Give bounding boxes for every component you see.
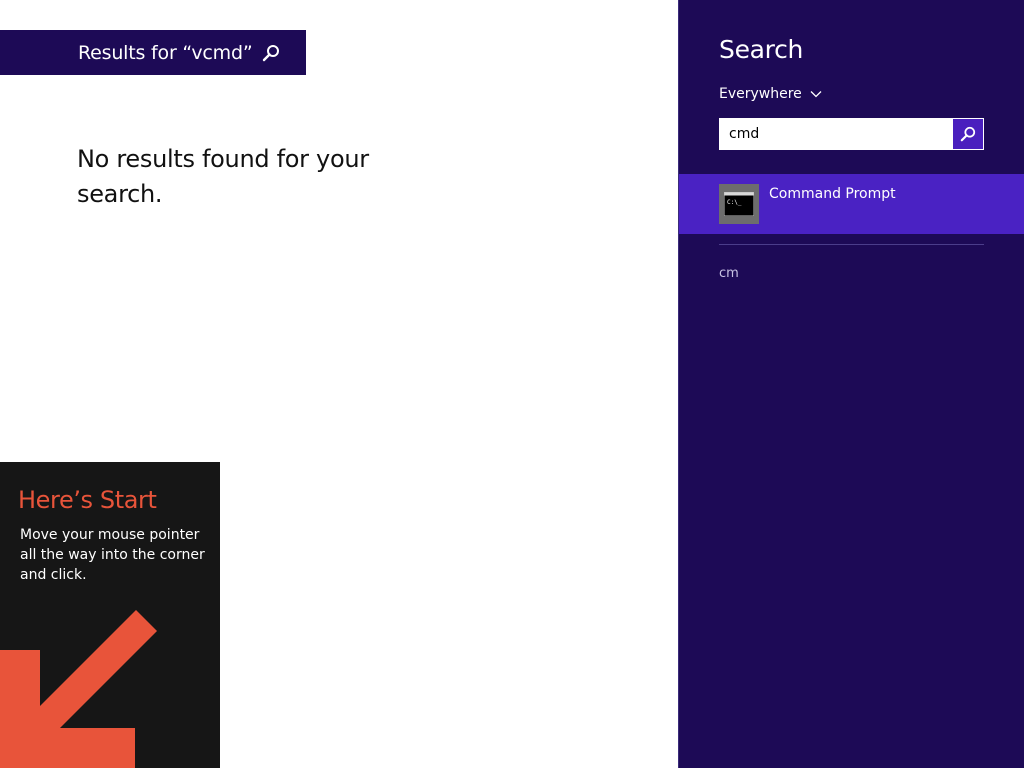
search-pane: Search Everywhere C:\_ Command Prompt cm (678, 0, 1024, 768)
arrow-down-left-icon (0, 610, 157, 768)
search-input[interactable] (720, 119, 953, 149)
search-suggestion[interactable]: cm (719, 266, 739, 281)
no-results-message: No results found for your search. (77, 145, 369, 208)
search-box (719, 118, 984, 150)
search-go-button[interactable] (953, 119, 983, 149)
chevron-down-icon (810, 91, 822, 98)
start-tip-title: Here’s Start (18, 486, 157, 514)
svg-text:C:\_: C:\_ (727, 199, 742, 206)
results-header-text: Results for “vcmd” (78, 41, 253, 64)
result-item-command-prompt[interactable]: C:\_ Command Prompt (679, 174, 1024, 234)
search-scope-dropdown[interactable]: Everywhere (719, 86, 822, 102)
search-pane-title: Search (719, 35, 804, 64)
search-icon (263, 44, 280, 61)
start-tip-panel: Here’s Start Move your mouse pointer all… (0, 462, 220, 768)
results-header[interactable]: Results for “vcmd” (0, 30, 306, 75)
result-item-label: Command Prompt (769, 186, 896, 202)
command-prompt-icon: C:\_ (719, 184, 759, 224)
start-tip-body: Move your mouse pointer all the way into… (20, 527, 205, 583)
results-divider (719, 244, 984, 245)
search-icon (960, 126, 976, 142)
search-scope-label: Everywhere (719, 86, 802, 102)
